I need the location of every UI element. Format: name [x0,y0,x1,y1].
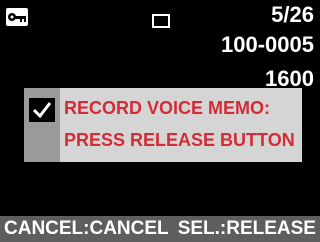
select-release-hint[interactable]: SEL.:RELEASE [178,219,316,239]
cancel-hint[interactable]: CANCEL:CANCEL [4,219,169,239]
checkmark-icon[interactable] [29,98,55,122]
key-icon [6,8,28,26]
memo-instruction-line-1: RECORD VOICE MEMO: [64,98,271,118]
camera-screen: 5/26 100-0005 1600 RECORD VOICE MEMO: PR… [0,0,320,242]
iso-value: 1600 [265,66,314,91]
folder-file-number: 100-0005 [221,32,314,57]
frame-count: 5/26 [271,2,314,27]
image-frame-icon [152,14,170,28]
voice-memo-dialog: RECORD VOICE MEMO: PRESS RELEASE BUTTON [24,88,302,162]
memo-instruction-line-2: PRESS RELEASE BUTTON [64,130,295,150]
button-hint-bar: CANCEL:CANCEL SEL.:RELEASE [0,216,320,242]
check-strip [24,88,60,162]
